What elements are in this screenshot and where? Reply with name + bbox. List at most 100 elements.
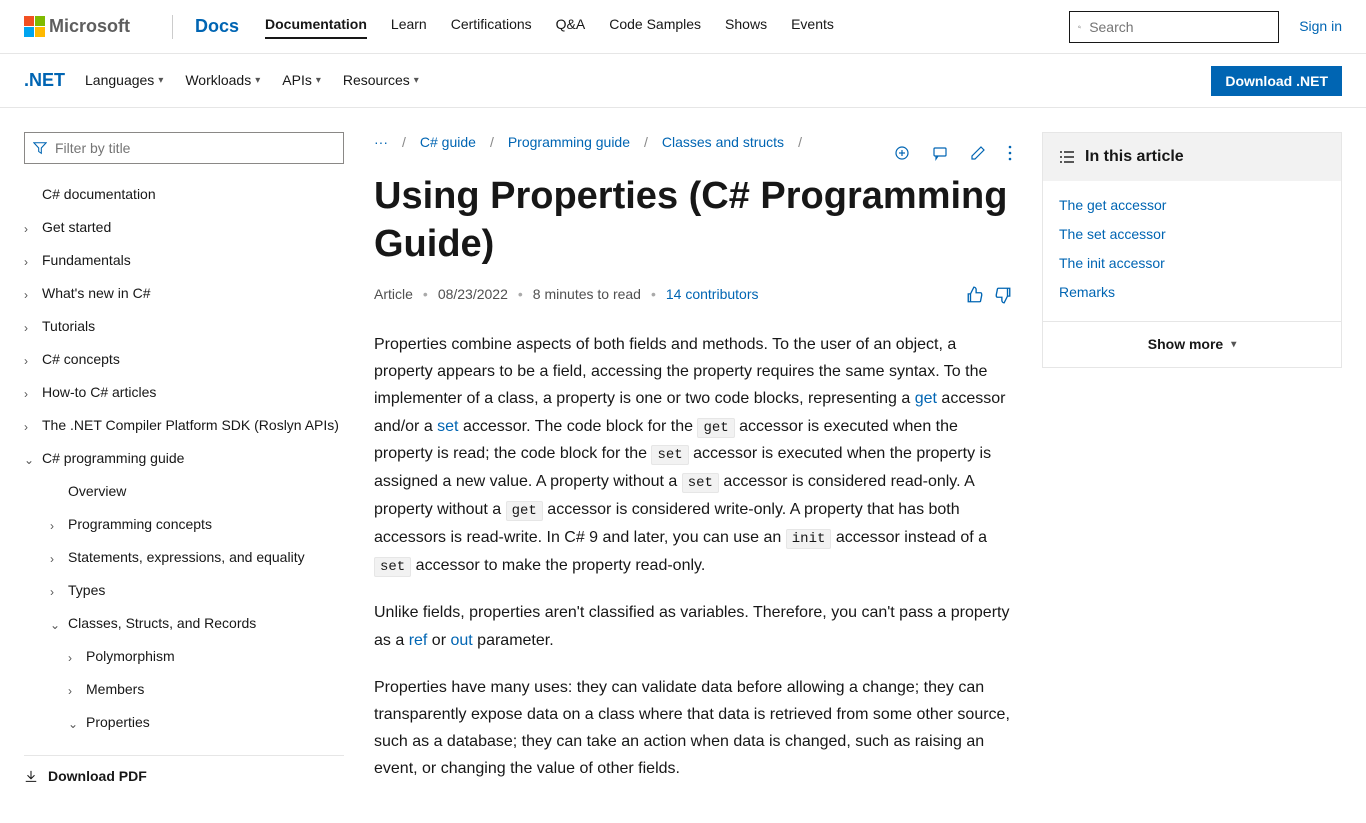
filter-input[interactable] [55, 140, 335, 156]
ms-logo-text: Microsoft [49, 13, 130, 40]
article-kind: Article [374, 284, 413, 305]
nav-apis[interactable]: APIs▾ [282, 70, 321, 91]
breadcrumb-row: ··· / C# guide / Programming guide / Cla… [374, 132, 1012, 173]
sign-in-link[interactable]: Sign in [1299, 16, 1342, 37]
product-title[interactable]: .NET [24, 67, 65, 94]
chevron-right-icon: › [24, 385, 36, 403]
tree-item[interactable]: C# documentation [24, 178, 344, 211]
breadcrumb-separator: / [490, 132, 494, 153]
nav-qa[interactable]: Q&A [556, 14, 586, 39]
tree-item[interactable]: Overview [24, 475, 344, 508]
toc-link-remarks[interactable]: Remarks [1059, 284, 1115, 300]
edit-icon[interactable] [970, 145, 986, 161]
article-paragraph: Properties have many uses: they can vali… [374, 674, 1012, 783]
tree-item[interactable]: ›Programming concepts [24, 508, 344, 541]
chevron-down-icon: ▾ [158, 73, 163, 88]
contributors-link[interactable]: 14 contributors [666, 284, 759, 305]
tree-item[interactable]: ›Tutorials [24, 310, 344, 343]
breadcrumb-separator: / [402, 132, 406, 153]
tree-item[interactable]: ›C# concepts [24, 343, 344, 376]
chevron-down-icon: ▾ [414, 73, 419, 88]
code-get: get [697, 418, 734, 438]
nav-languages[interactable]: Languages▾ [85, 70, 163, 91]
product-nav: Languages▾ Workloads▾ APIs▾ Resources▾ [85, 70, 419, 91]
nav-events[interactable]: Events [791, 14, 834, 39]
list-icon [1059, 150, 1075, 164]
download-icon [24, 770, 38, 784]
chevron-right-icon: › [24, 253, 36, 271]
nav-documentation[interactable]: Documentation [265, 14, 367, 39]
chevron-right-icon: › [24, 319, 36, 337]
tree-item[interactable]: ⌄Properties [24, 706, 344, 739]
chevron-right-icon: › [50, 583, 62, 601]
code-set: set [651, 445, 688, 465]
nav-learn[interactable]: Learn [391, 14, 427, 39]
nav-code-samples[interactable]: Code Samples [609, 14, 701, 39]
tree-item[interactable]: ›Members [24, 673, 344, 706]
add-collection-icon[interactable] [894, 145, 910, 161]
page-layout: C# documentation ›Get started ›Fundament… [0, 108, 1366, 823]
article-paragraph: Properties combine aspects of both field… [374, 331, 1012, 579]
tree-item[interactable]: ›Types [24, 574, 344, 607]
toc-link-init-accessor[interactable]: The init accessor [1059, 255, 1165, 271]
right-rail: In this article The get accessor The set… [1042, 132, 1342, 802]
nav-workloads[interactable]: Workloads▾ [185, 70, 260, 91]
toc-link-set-accessor[interactable]: The set accessor [1059, 226, 1166, 242]
tree-item[interactable]: ›What's new in C# [24, 277, 344, 310]
thumbs-up-icon[interactable] [966, 286, 984, 304]
tree-item[interactable]: ⌄Classes, Structs, and Records [24, 607, 344, 640]
global-header: Microsoft Docs Documentation Learn Certi… [0, 0, 1366, 54]
download-net-button[interactable]: Download .NET [1211, 66, 1342, 96]
article-meta: Article • 08/23/2022 • 8 minutes to read… [374, 284, 1012, 305]
breadcrumb-csharp-guide[interactable]: C# guide [420, 132, 476, 153]
breadcrumb-classes-structs[interactable]: Classes and structs [662, 132, 784, 153]
global-search[interactable] [1069, 11, 1279, 43]
chevron-down-icon: ⌄ [24, 451, 36, 469]
nav-resources[interactable]: Resources▾ [343, 70, 419, 91]
chevron-right-icon: › [50, 517, 62, 535]
more-icon[interactable] [1008, 145, 1012, 161]
docs-title[interactable]: Docs [195, 13, 239, 40]
chevron-down-icon: ▾ [316, 73, 321, 88]
filter-icon [33, 141, 47, 155]
sidebar-filter[interactable] [24, 132, 344, 164]
set-keyword-link[interactable]: set [437, 418, 458, 435]
article-date: 08/23/2022 [438, 284, 508, 305]
download-pdf-button[interactable]: Download PDF [24, 755, 344, 797]
top-nav: Documentation Learn Certifications Q&A C… [265, 14, 834, 39]
code-init: init [786, 529, 832, 549]
tree-item[interactable]: ›Statements, expressions, and equality [24, 541, 344, 574]
tree-item[interactable]: ›How-to C# articles [24, 376, 344, 409]
get-keyword-link[interactable]: get [915, 390, 937, 407]
microsoft-logo[interactable]: Microsoft [24, 13, 130, 40]
chevron-right-icon: › [68, 682, 80, 700]
search-input[interactable] [1089, 19, 1270, 35]
nav-shows[interactable]: Shows [725, 14, 767, 39]
breadcrumb-more[interactable]: ··· [374, 132, 388, 153]
tree-item[interactable]: ›Polymorphism [24, 640, 344, 673]
chevron-right-icon: › [24, 220, 36, 238]
toc-show-more-button[interactable]: Show more ▾ [1043, 321, 1341, 367]
in-this-article-box: In this article The get accessor The set… [1042, 132, 1342, 368]
chevron-down-icon: ⌄ [68, 715, 80, 733]
out-keyword-link[interactable]: out [450, 632, 472, 649]
nav-tree: C# documentation ›Get started ›Fundament… [24, 178, 344, 739]
thumbs-down-icon[interactable] [994, 286, 1012, 304]
tree-item[interactable]: ›Get started [24, 211, 344, 244]
tree-item[interactable]: ›Fundamentals [24, 244, 344, 277]
breadcrumb-programming-guide[interactable]: Programming guide [508, 132, 630, 153]
chevron-right-icon: › [24, 418, 36, 436]
chevron-down-icon: ▾ [1231, 337, 1236, 352]
page-title: Using Properties (C# Programming Guide) [374, 173, 1012, 268]
feedback-icon[interactable] [932, 145, 948, 161]
tree-item[interactable]: ›The .NET Compiler Platform SDK (Roslyn … [24, 409, 344, 442]
tree-item[interactable]: ⌄C# programming guide [24, 442, 344, 475]
sidebar: C# documentation ›Get started ›Fundament… [24, 132, 344, 802]
toc-link-get-accessor[interactable]: The get accessor [1059, 197, 1166, 213]
chevron-down-icon: ▾ [255, 73, 260, 88]
nav-certifications[interactable]: Certifications [451, 14, 532, 39]
chevron-right-icon: › [24, 352, 36, 370]
article-main: ··· / C# guide / Programming guide / Cla… [374, 132, 1012, 802]
ref-keyword-link[interactable]: ref [409, 632, 428, 649]
chevron-right-icon: › [68, 649, 80, 667]
